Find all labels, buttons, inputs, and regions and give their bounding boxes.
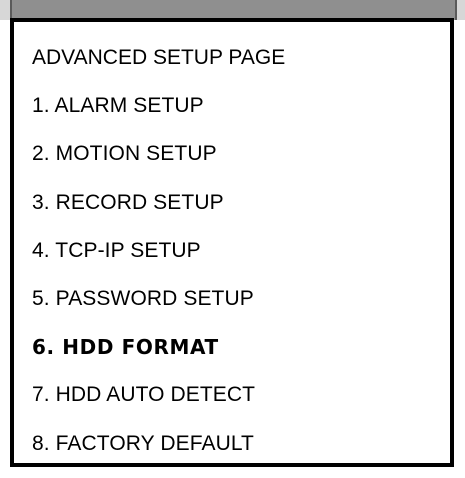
- screen-frame: ADVANCED SETUP PAGE 1. ALARM SETUP 2. MO…: [0, 0, 465, 471]
- menu-title: ADVANCED SETUP PAGE: [32, 46, 286, 69]
- menu-item-motion-setup[interactable]: 2. MOTION SETUP: [32, 140, 285, 188]
- menu-item-tcp-ip-setup[interactable]: 4. TCP-IP SETUP: [32, 237, 285, 285]
- menu-item-hdd-auto-detect[interactable]: 7. HDD AUTO DETECT: [32, 381, 285, 429]
- menu-item-hdd-format[interactable]: 6. HDD FORMAT: [32, 333, 285, 381]
- title-bar-left-edge: [0, 0, 10, 20]
- title-bar-left-divider: [10, 0, 12, 20]
- menu-item-alarm-setup[interactable]: 1. ALARM SETUP: [32, 92, 285, 140]
- menu-list: ADVANCED SETUP PAGE 1. ALARM SETUP 2. MO…: [32, 44, 285, 478]
- advanced-setup-menu: ADVANCED SETUP PAGE 1. ALARM SETUP 2. MO…: [10, 18, 454, 467]
- menu-item-record-setup[interactable]: 3. RECORD SETUP: [32, 189, 285, 237]
- menu-item-password-setup[interactable]: 5. PASSWORD SETUP: [32, 285, 285, 333]
- title-bar: [0, 0, 465, 20]
- title-bar-right-edge: [457, 0, 465, 20]
- menu-item-factory-default[interactable]: 8. FACTORY DEFAULT: [32, 430, 285, 478]
